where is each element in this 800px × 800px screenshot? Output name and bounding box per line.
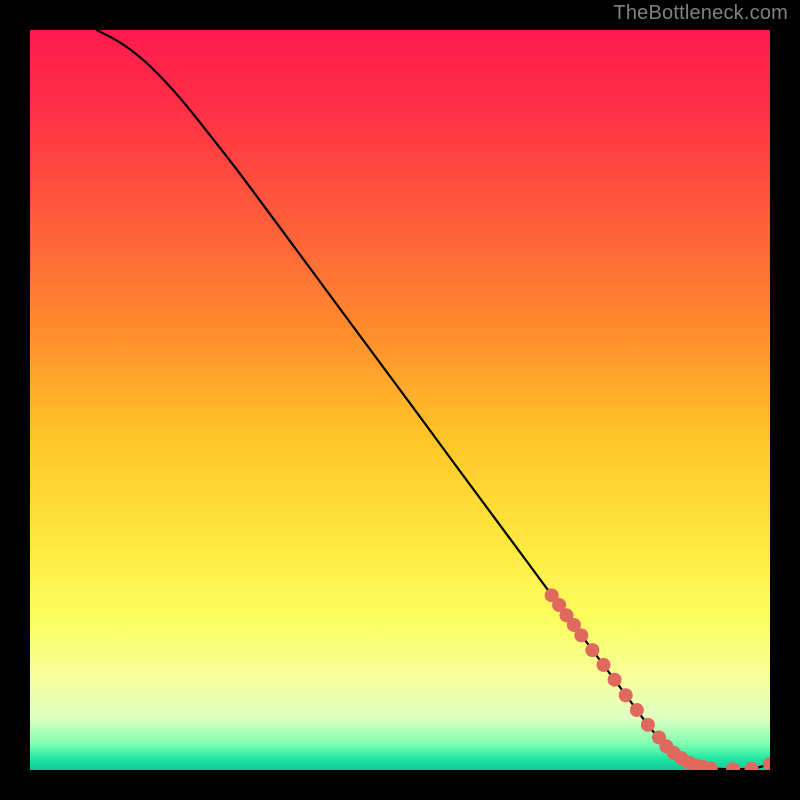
data-overlay <box>30 30 770 770</box>
data-marker <box>630 703 644 717</box>
data-marker <box>726 762 740 770</box>
watermark-text: TheBottleneck.com <box>613 2 788 25</box>
data-marker <box>608 673 622 687</box>
data-marker <box>619 688 633 702</box>
data-marker <box>574 628 588 642</box>
curve-line <box>97 30 770 769</box>
plot-area <box>30 30 770 770</box>
chart-frame: TheBottleneck.com <box>0 0 800 800</box>
marker-group <box>545 588 770 770</box>
data-marker <box>745 762 759 770</box>
data-marker <box>763 757 770 770</box>
data-marker <box>585 643 599 657</box>
data-marker <box>641 718 655 732</box>
data-marker <box>597 658 611 672</box>
